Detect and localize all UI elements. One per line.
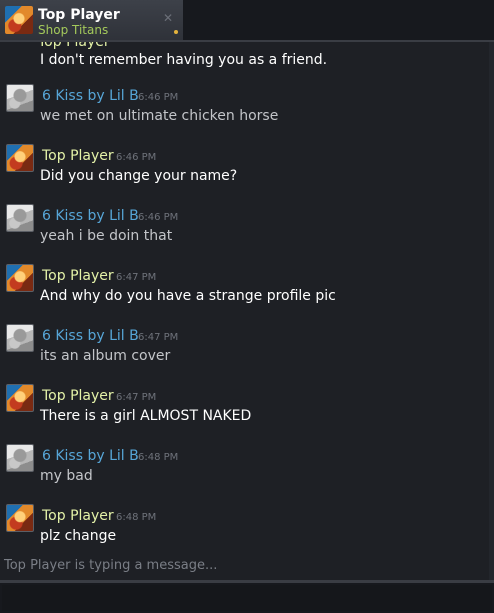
chat-tab-bar: Top Player Shop Titans ✕: [0, 0, 494, 42]
message-text: plz change: [40, 528, 117, 544]
sender-name[interactable]: Top Player: [42, 388, 114, 404]
message-text: There is a girl ALMOST NAKED: [40, 408, 252, 424]
player-avatar-icon[interactable]: [6, 144, 34, 172]
message-group: Top Player 6:47 PM There is a girl ALMOS…: [0, 384, 494, 442]
message-timestamp: 6:46 PM: [116, 152, 157, 163]
message-group: Top Player 6:46 PM Did you change your n…: [0, 144, 494, 202]
message-text: we met on ultimate chicken horse: [40, 108, 279, 124]
message-list: Top Player I don't remember having you a…: [0, 40, 494, 582]
message-text: yeah i be doin that: [40, 228, 173, 244]
message-timestamp: 6:48 PM: [138, 452, 179, 463]
close-icon[interactable]: ✕: [163, 11, 173, 25]
message-scrollbar[interactable]: [489, 42, 494, 580]
message-text: Did you change your name?: [40, 168, 238, 184]
player-avatar-icon[interactable]: [6, 384, 34, 412]
sender-name[interactable]: Top Player: [42, 508, 114, 524]
friend-avatar-icon[interactable]: [6, 324, 34, 352]
sender-name[interactable]: 6 Kiss by Lil B: [42, 328, 139, 344]
message-timestamp: 6:46 PM: [138, 92, 179, 103]
friend-avatar-icon[interactable]: [6, 444, 34, 472]
friend-avatar-icon[interactable]: [6, 204, 34, 232]
message-text: And why do you have a strange profile pi…: [40, 288, 336, 304]
chat-input-area: [0, 583, 494, 613]
chat-message-input[interactable]: [2, 585, 492, 611]
friend-avatar-icon[interactable]: [6, 84, 34, 112]
unread-indicator-icon: [174, 30, 178, 34]
message-text: I don't remember having you as a friend.: [40, 52, 328, 68]
message-timestamp: 6:47 PM: [116, 272, 157, 283]
sender-name[interactable]: 6 Kiss by Lil B: [42, 208, 139, 224]
message-group: Top Player 6:47 PM And why do you have a…: [0, 264, 494, 322]
player-avatar-icon: [5, 6, 33, 34]
message-timestamp: 6:47 PM: [138, 332, 179, 343]
sender-name[interactable]: Top Player: [42, 148, 114, 164]
sender-name[interactable]: Top Player: [42, 268, 114, 284]
typing-indicator: Top Player is typing a message...: [4, 558, 218, 573]
sender-name[interactable]: 6 Kiss by Lil B: [42, 88, 139, 104]
player-avatar-icon[interactable]: [6, 504, 34, 532]
message-group: 6 Kiss by Lil B 6:47 PM its an album cov…: [0, 324, 494, 382]
message-group: 6 Kiss by Lil B 6:48 PM my bad: [0, 444, 494, 502]
chat-window: Top Player Shop Titans ✕ Top Player I do…: [0, 0, 494, 613]
message-timestamp: 6:48 PM: [116, 512, 157, 523]
tab-friend-name: Top Player: [38, 7, 120, 23]
message-group: Top Player 6:48 PM plz change: [0, 504, 494, 562]
chat-tab-top-player[interactable]: Top Player Shop Titans ✕: [0, 0, 183, 40]
message-text: my bad: [40, 468, 93, 484]
message-timestamp: 6:47 PM: [116, 392, 157, 403]
sender-name[interactable]: 6 Kiss by Lil B: [42, 448, 139, 464]
tab-game-status: Shop Titans: [38, 23, 109, 37]
message-group: 6 Kiss by Lil B 6:46 PM yeah i be doin t…: [0, 204, 494, 262]
message-text: its an album cover: [40, 348, 171, 364]
message-group: 6 Kiss by Lil B 6:46 PM we met on ultima…: [0, 84, 494, 142]
player-avatar-icon[interactable]: [6, 264, 34, 292]
message-timestamp: 6:46 PM: [138, 212, 179, 223]
